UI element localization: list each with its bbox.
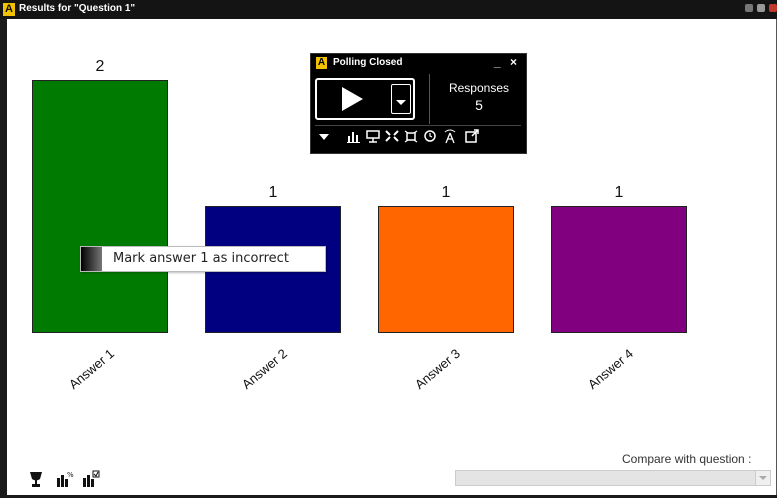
check-chart-icon[interactable] — [82, 470, 100, 488]
broadcast-icon[interactable] — [443, 128, 457, 144]
compare-label: Compare with question : — [622, 452, 752, 466]
app-logo-icon: A — [3, 3, 15, 16]
category-label: Answer 4 — [584, 345, 637, 393]
category-label: Answer 1 — [65, 345, 118, 393]
play-icon — [342, 87, 363, 111]
poll-toolbar-divider — [315, 125, 521, 126]
bar-value-label: 2 — [95, 58, 105, 75]
svg-text:%: % — [67, 471, 74, 479]
responses-count: 5 — [475, 97, 483, 113]
window-title: Results for "Question 1" — [19, 3, 136, 14]
mark-incorrect-menu-item[interactable]: Mark answer 1 as incorrect — [80, 246, 326, 272]
bar-value-label: 1 — [614, 184, 624, 201]
poll-logo-icon: A — [316, 57, 327, 69]
chevron-down-icon — [759, 476, 767, 480]
chart-icon[interactable] — [347, 128, 361, 144]
chart-bar[interactable] — [378, 206, 514, 333]
play-options-dropdown[interactable] — [391, 84, 411, 114]
chart-bar[interactable] — [551, 206, 687, 333]
chevron-down-icon — [396, 100, 406, 105]
minimize-window-button[interactable] — [745, 4, 753, 12]
fit-icon[interactable] — [404, 128, 418, 144]
poll-divider — [429, 74, 430, 124]
window-titlebar: A Results for "Question 1" — [0, 0, 777, 19]
dropdown-icon[interactable] — [317, 128, 331, 144]
category-label: Answer 2 — [238, 345, 291, 393]
bar-value-label: 1 — [268, 184, 278, 201]
maximize-window-button[interactable] — [757, 4, 765, 12]
trophy-icon[interactable] — [27, 470, 45, 488]
polling-panel: A Polling Closed _ × Responses 5 — [310, 53, 527, 154]
compare-question-select[interactable] — [455, 470, 771, 486]
menu-item-gradient-icon — [81, 247, 102, 271]
close-window-button[interactable] — [769, 4, 777, 12]
popout-icon[interactable] — [465, 128, 479, 144]
percent-chart-icon[interactable]: % — [56, 470, 74, 488]
poll-title: Polling Closed — [333, 57, 403, 68]
compare-select-button[interactable] — [755, 471, 770, 485]
responses-label: Responses — [448, 81, 510, 95]
poll-close-button[interactable]: × — [510, 55, 517, 69]
window-frame-left — [0, 19, 7, 498]
menu-item-label: Mark answer 1 as incorrect — [113, 251, 289, 266]
present-icon[interactable] — [366, 128, 380, 144]
category-label: Answer 3 — [411, 345, 464, 393]
poll-minimize-button[interactable]: _ — [494, 55, 501, 69]
play-button[interactable] — [315, 78, 415, 120]
timer-icon[interactable] — [423, 128, 437, 144]
bar-value-label: 1 — [441, 184, 451, 201]
chart-bar[interactable] — [32, 80, 168, 333]
fullscreen-icon[interactable] — [385, 128, 399, 144]
